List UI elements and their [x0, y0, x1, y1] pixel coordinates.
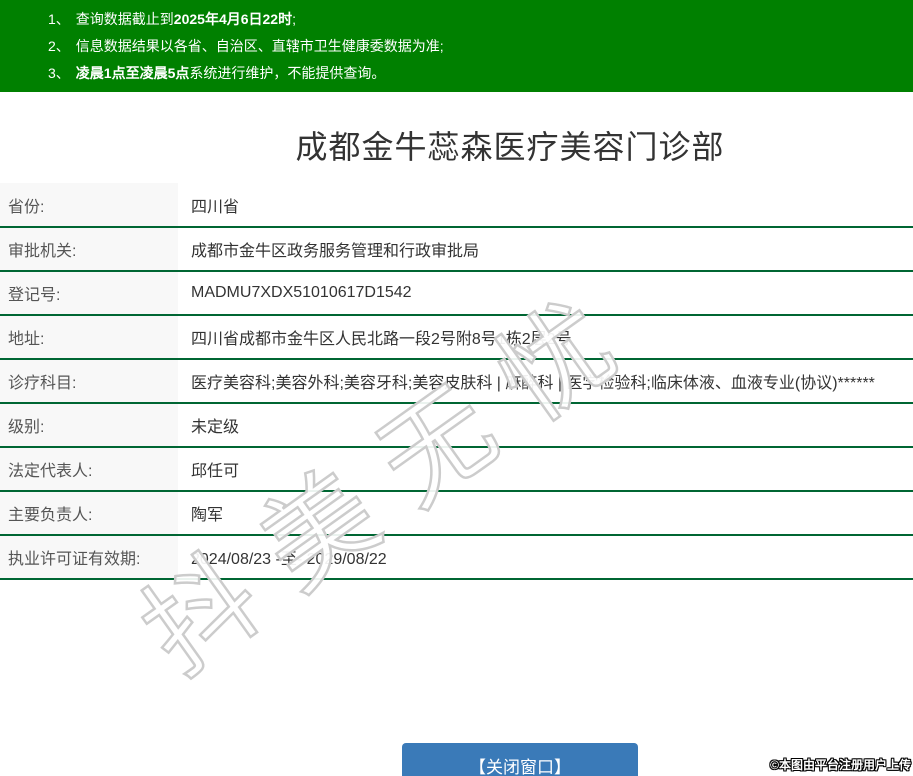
- page-title: 成都金牛蕊森医疗美容门诊部: [295, 129, 725, 165]
- notice-number: 3、: [48, 65, 70, 81]
- row-label: 省份:: [0, 183, 178, 228]
- close-window-button[interactable]: 【关闭窗口】: [402, 743, 638, 776]
- notice-text: 查询数据截止到: [75, 11, 174, 27]
- notice-text-bold: 凌晨1点至凌晨5点: [75, 65, 190, 81]
- notice-text-bold: 2025年4月6日22时: [173, 11, 293, 27]
- table-row-address: 地址: 四川省成都市金牛区人民北路一段2号附8号1栋2层2号: [0, 315, 913, 360]
- row-label: 审批机关:: [0, 227, 178, 272]
- table-row-level: 级别: 未定级: [0, 403, 913, 448]
- row-label: 级别:: [0, 403, 178, 448]
- notice-number: 2、: [48, 38, 70, 54]
- notice-text: 信息数据结果以各省、自治区、直辖市卫生健康委数据为准;: [75, 38, 444, 54]
- table-row-license-validity: 执业许可证有效期: 2024/08/23 -至- 2029/08/22: [0, 535, 913, 580]
- info-table: 省份: 四川省 审批机关: 成都市金牛区政务服务管理和行政审批局 登记号: MA…: [0, 183, 913, 580]
- table-row-person-in-charge: 主要负责人: 陶军: [0, 491, 913, 536]
- row-value: 2024/08/23 -至- 2029/08/22: [178, 535, 913, 580]
- row-value: 陶军: [178, 491, 913, 536]
- row-value: 成都市金牛区政务服务管理和行政审批局: [178, 227, 913, 272]
- table-row-legal-representative: 法定代表人: 邱任可: [0, 447, 913, 492]
- table-row-registration-number: 登记号: MADMU7XDX51010617D1542: [0, 271, 913, 316]
- row-value: 四川省: [178, 183, 913, 228]
- row-label: 主要负责人:: [0, 491, 178, 536]
- notice-number: 1、: [48, 11, 70, 27]
- row-label: 登记号:: [0, 271, 178, 316]
- row-value: MADMU7XDX51010617D1542: [178, 271, 913, 316]
- table-row-approval-authority: 审批机关: 成都市金牛区政务服务管理和行政审批局: [0, 227, 913, 272]
- notice-text: 系统进行维护，不能提供查询。: [189, 65, 386, 81]
- notice-text: ;: [292, 11, 296, 27]
- row-value: 邱任可: [178, 447, 913, 492]
- notice-line-2: 2、 信息数据结果以各省、自治区、直辖市卫生健康委数据为准;: [48, 33, 913, 60]
- notice-bar: 1、 查询数据截止到2025年4月6日22时; 2、 信息数据结果以各省、自治区、直…: [0, 0, 913, 92]
- page-container: 1、 查询数据截止到2025年4月6日22时; 2、 信息数据结果以各省、自治区、直…: [0, 0, 913, 580]
- row-value: 医疗美容科;美容外科;美容牙科;美容皮肤科 | 麻醉科 | 医学检验科;临床体液…: [178, 359, 913, 404]
- table-row-treatment-subjects: 诊疗科目: 医疗美容科;美容外科;美容牙科;美容皮肤科 | 麻醉科 | 医学检验…: [0, 359, 913, 404]
- row-label: 执业许可证有效期:: [0, 535, 178, 580]
- credit-note: ©本图由平台注册用户上传: [770, 758, 911, 772]
- row-label: 诊疗科目:: [0, 359, 178, 404]
- row-label: 地址:: [0, 315, 178, 360]
- row-value: 四川省成都市金牛区人民北路一段2号附8号1栋2层2号: [178, 315, 913, 360]
- notice-line-3: 3、 凌晨1点至凌晨5点系统进行维护，不能提供查询。: [48, 60, 913, 87]
- table-row-province: 省份: 四川省: [0, 183, 913, 228]
- notice-line-1: 1、 查询数据截止到2025年4月6日22时;: [48, 6, 913, 33]
- row-value: 未定级: [178, 403, 913, 448]
- row-label: 法定代表人:: [0, 447, 178, 492]
